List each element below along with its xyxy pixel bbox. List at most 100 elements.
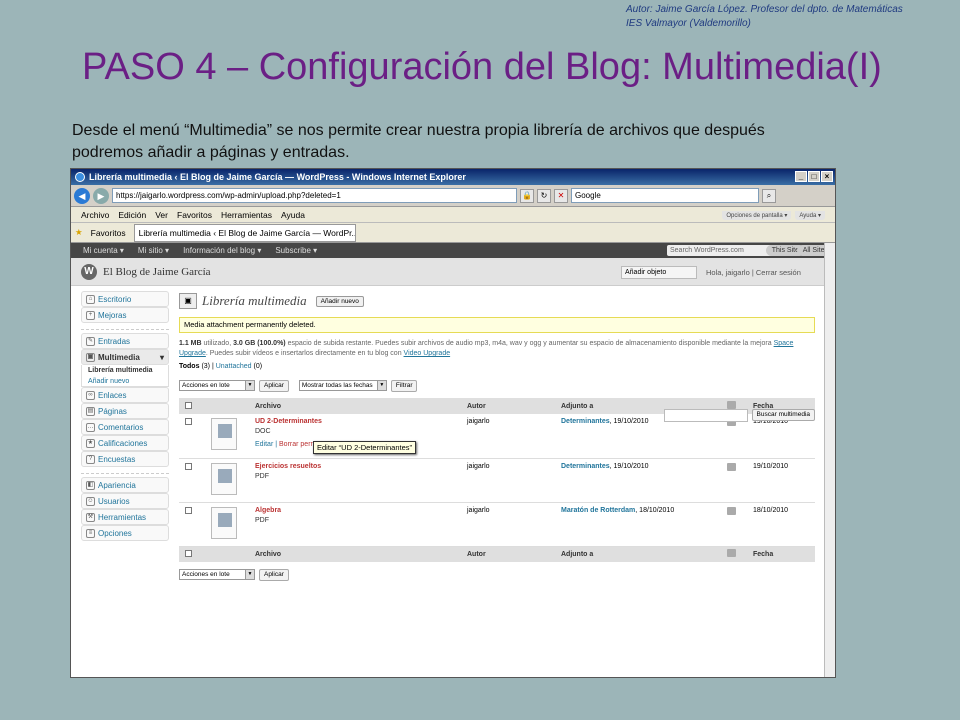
comment-bubble-icon[interactable] xyxy=(727,506,736,515)
menu-herramientas[interactable]: ⚒ Herramientas xyxy=(81,509,169,525)
add-object-select[interactable]: Añadir objeto xyxy=(621,266,697,279)
submenu-anadir-nuevo[interactable]: Añadir nuevo xyxy=(81,376,169,387)
favorites-bar: ★ Favoritos Librería multimedia ‹ El Blo… xyxy=(71,223,835,243)
page-title: Librería multimedia xyxy=(202,293,307,308)
author-cell: jaigarlo xyxy=(461,414,555,459)
pin-icon: ✎ xyxy=(86,336,95,346)
forward-icon[interactable]: ▶ xyxy=(93,187,109,204)
submenu-libreria[interactable]: Librería multimedia xyxy=(81,365,169,376)
comments-icon: … xyxy=(86,422,95,432)
adminbar-my-account[interactable]: Mi cuenta ▾ xyxy=(83,246,124,255)
menu-ayuda[interactable]: Ayuda xyxy=(281,210,305,220)
attached-link[interactable]: Maratón de Rotterdam xyxy=(561,507,635,514)
video-upgrade-link[interactable]: Video Upgrade xyxy=(404,350,451,357)
delete-link[interactable]: Borrar perm xyxy=(279,441,316,448)
menu-comentarios[interactable]: … Comentarios xyxy=(81,419,169,435)
menu-entradas[interactable]: ✎ Entradas xyxy=(81,333,169,349)
col-fecha-footer[interactable]: Fecha xyxy=(747,546,815,562)
col-archivo[interactable]: Archivo xyxy=(249,398,461,414)
menu-calificaciones[interactable]: ★ Calificaciones xyxy=(81,435,169,451)
menu-opciones[interactable]: ≡ Opciones xyxy=(81,525,169,541)
col-autor-footer[interactable]: Autor xyxy=(461,546,555,562)
filter-unattached[interactable]: Unattached xyxy=(216,363,252,370)
google-search-field[interactable]: Google xyxy=(571,188,759,203)
row-checkbox[interactable] xyxy=(185,462,192,470)
search-media-button[interactable]: Buscar multimedia xyxy=(751,409,815,421)
document-thumbnail[interactable] xyxy=(211,418,237,450)
file-link[interactable]: Algebra xyxy=(255,507,455,514)
menu-multimedia[interactable]: ▣ Multimedia ▾ xyxy=(81,349,169,365)
dashboard-icon: ⌂ xyxy=(86,294,95,304)
slide-title: PASO 4 – Configuración del Blog: Multime… xyxy=(82,46,882,88)
search-icon[interactable]: ⌕ xyxy=(762,188,776,203)
menu-mejoras[interactable]: + Mejoras xyxy=(81,307,169,323)
dropdown-arrow-icon: ▼ xyxy=(376,381,386,390)
stop-icon[interactable]: ✕ xyxy=(554,188,568,203)
author-line-1: Autor: Jaime García López. Profesor del … xyxy=(626,4,903,15)
filter-all[interactable]: Todos xyxy=(179,363,199,370)
refresh-icon[interactable]: ↻ xyxy=(537,188,551,203)
menu-archivo[interactable]: Archivo xyxy=(81,210,109,220)
menu-usuarios[interactable]: ☺ Usuarios xyxy=(81,493,169,509)
attached-link[interactable]: Determinantes xyxy=(561,418,610,425)
apply-button[interactable]: Aplicar xyxy=(259,379,289,392)
greeting[interactable]: Hola, jaigarlo | Cerrar sesión xyxy=(706,268,801,277)
dropdown-arrow-icon: ▼ xyxy=(245,570,254,579)
adminbar-blog-info[interactable]: Información del blog ▾ xyxy=(183,246,261,255)
bottom-actions: Acciones en lote ▼ Aplicar xyxy=(179,568,815,581)
favorites-star-icon[interactable]: ★ xyxy=(75,227,83,238)
screen-options-tab[interactable]: Opciones de pantalla ▾ xyxy=(722,211,792,220)
menu-ver[interactable]: Ver xyxy=(155,210,168,220)
adminbar-my-site[interactable]: Mi sitio ▾ xyxy=(138,246,169,255)
add-new-button[interactable]: Añadir nuevo xyxy=(315,295,364,307)
maximize-icon[interactable]: □ xyxy=(808,171,820,182)
document-thumbnail[interactable] xyxy=(211,462,237,495)
attached-link[interactable]: Determinantes xyxy=(561,463,610,470)
file-link[interactable]: UD 2-Determinantes xyxy=(255,418,455,425)
table-row: Ejercicios resueltos PDF jaigarlo Determi… xyxy=(179,458,815,503)
document-thumbnail[interactable] xyxy=(211,506,237,539)
adminbar-subscribe[interactable]: Subscribe ▾ xyxy=(275,246,317,255)
menu-apariencia[interactable]: ◧ Apariencia xyxy=(81,477,169,493)
tools-icon: ⚒ xyxy=(86,512,95,522)
col-archivo-footer[interactable]: Archivo xyxy=(249,546,461,562)
apply-button-bottom[interactable]: Aplicar xyxy=(259,568,289,581)
edit-link[interactable]: Editar xyxy=(255,441,273,448)
select-all-checkbox[interactable] xyxy=(185,401,192,409)
col-adjunto-footer[interactable]: Adjunto a xyxy=(555,546,721,562)
menu-escritorio[interactable]: ⌂ Escritorio xyxy=(81,291,169,307)
favorites-button[interactable]: Favoritos xyxy=(91,228,126,238)
bulk-actions-select-bottom[interactable]: Acciones en lote ▼ xyxy=(179,569,255,580)
comment-bubble-icon[interactable] xyxy=(727,462,736,471)
media-search-input[interactable] xyxy=(663,409,748,422)
back-icon[interactable]: ◀ xyxy=(74,187,90,204)
help-tab[interactable]: Ayuda ▾ xyxy=(795,211,825,220)
author-credit: Autor: Jaime García López. Profesor del … xyxy=(626,3,903,31)
col-autor[interactable]: Autor xyxy=(461,398,555,414)
lock-icon[interactable]: 🔒 xyxy=(520,188,534,203)
wordpress-logo-icon: W xyxy=(81,263,97,280)
select-all-checkbox-footer[interactable] xyxy=(185,549,192,557)
close-icon[interactable]: × xyxy=(821,171,833,182)
browser-tab[interactable]: Librería multimedia ‹ El Blog de Jaime G… xyxy=(133,223,356,242)
url-field[interactable]: https://jaigarlo.wordpress.com/wp-admin/… xyxy=(112,188,517,203)
menu-edicion[interactable]: Edición xyxy=(118,210,146,220)
minimize-icon[interactable]: _ xyxy=(795,171,807,182)
row-checkbox[interactable] xyxy=(185,418,192,425)
filter-button[interactable]: Filtrar xyxy=(390,379,418,392)
menu-enlaces[interactable]: ∞ Enlaces xyxy=(81,387,169,403)
menu-encuestas[interactable]: ? Encuestas xyxy=(81,451,169,467)
blog-name[interactable]: El Blog de Jaime García xyxy=(103,266,211,278)
row-checkbox[interactable] xyxy=(185,506,192,514)
dates-select[interactable]: Mostrar todas las fechas ▼ xyxy=(298,380,387,391)
menu-favoritos[interactable]: Favoritos xyxy=(177,210,212,220)
window-controls: _ □ × xyxy=(795,171,833,182)
page-scrollbar[interactable] xyxy=(824,243,835,677)
adminbar-search-input[interactable]: Search WordPress.com xyxy=(667,245,777,256)
bulk-actions-select[interactable]: Acciones en lote ▼ xyxy=(179,380,255,391)
file-link[interactable]: Ejercicios resueltos xyxy=(255,463,455,470)
collapse-arrow-icon[interactable]: ▾ xyxy=(160,353,164,362)
menu-paginas[interactable]: ▤ Páginas xyxy=(81,403,169,419)
menu-herramientas[interactable]: Herramientas xyxy=(221,210,272,220)
slide-description: Desde el menú “Multimedia” se nos permit… xyxy=(72,122,765,161)
